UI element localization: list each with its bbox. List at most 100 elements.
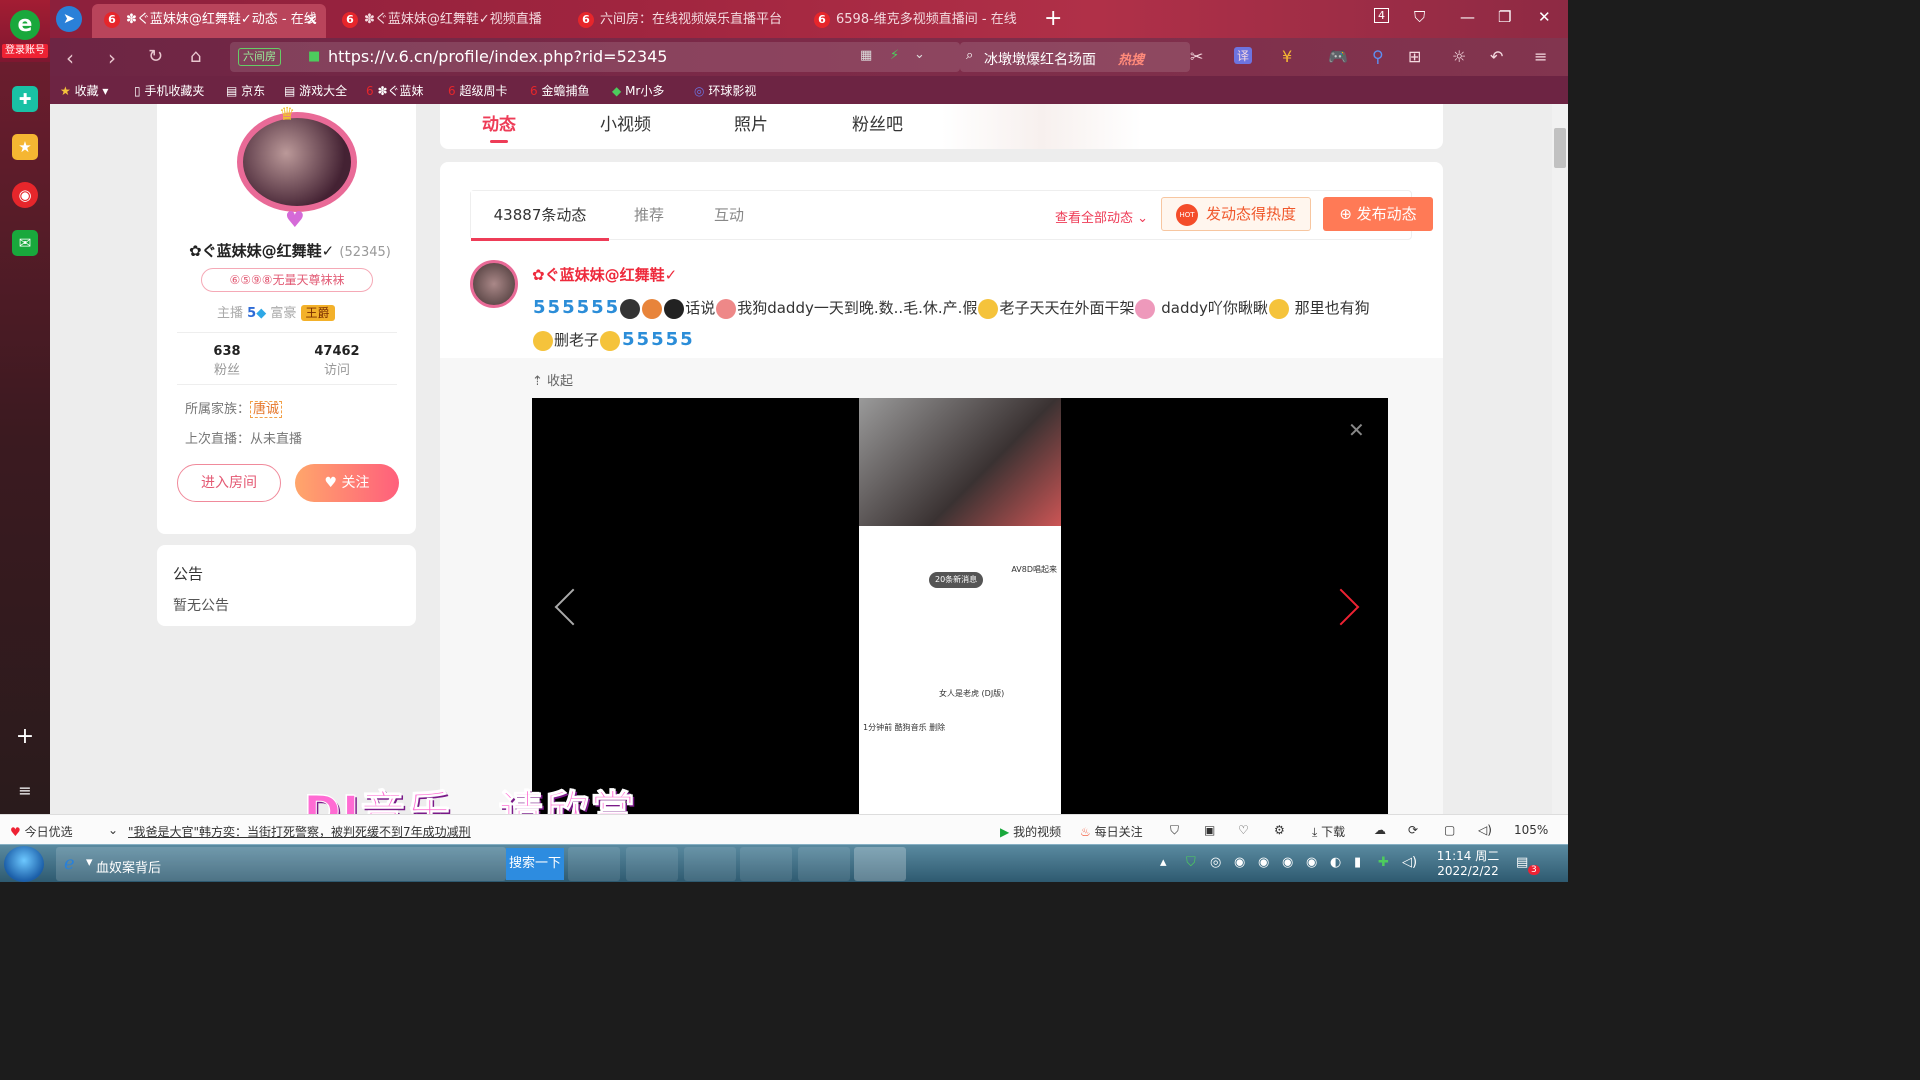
close-tab-icon[interactable]: ✕: [305, 4, 318, 36]
bookmark-movies[interactable]: ◎ 环球影视: [694, 82, 756, 99]
scrollbar-thumb[interactable]: [1554, 128, 1566, 168]
kugou-icon[interactable]: [568, 847, 620, 881]
post-author[interactable]: ✿ぐ蓝妹妹@红舞鞋✓: [532, 264, 677, 285]
speed-icon[interactable]: ⚙: [1274, 823, 1285, 837]
minimize-icon[interactable]: —: [1460, 8, 1475, 26]
mail-icon[interactable]: ✉: [12, 230, 38, 256]
close-icon[interactable]: ✕: [1348, 418, 1365, 442]
list-icon[interactable]: ≡: [12, 778, 38, 804]
chevron-down-icon[interactable]: ⌄: [914, 47, 925, 62]
bookmark-favorites[interactable]: ★ 收藏 ▾: [60, 82, 108, 99]
add-icon[interactable]: +: [12, 724, 38, 750]
download[interactable]: ⤓ 下载: [1312, 823, 1345, 840]
undo-icon[interactable]: ↶: [1490, 47, 1503, 66]
news-ticker[interactable]: "我爸是大官"韩方奕：当街打死警察，被判死缓不到7年成功减刑: [128, 823, 471, 840]
tab-count-badge[interactable]: 4: [1374, 8, 1389, 23]
bookmark-profile[interactable]: 6 ✽ぐ蓝妹: [366, 82, 424, 99]
reload-icon[interactable]: ↻: [148, 46, 163, 67]
close-window-icon[interactable]: ✕: [1538, 8, 1551, 26]
url-text[interactable]: https://v.6.cn/profile/index.php?rid=523…: [328, 47, 667, 66]
lightning-icon[interactable]: ⚡: [890, 48, 899, 63]
folder-icon[interactable]: [798, 847, 850, 881]
start-button[interactable]: [4, 846, 44, 882]
sync-icon[interactable]: ⟳: [1408, 823, 1418, 837]
weibo-icon[interactable]: ◉: [12, 182, 38, 208]
navigate-icon[interactable]: ➤: [56, 6, 82, 32]
daily-follow[interactable]: ♨ 每日关注: [1080, 823, 1143, 840]
window-icon[interactable]: ▢: [1444, 823, 1455, 837]
ie-taskbar-icon[interactable]: [626, 847, 678, 881]
tray-plus-icon[interactable]: ✚: [1378, 855, 1389, 870]
view-all-dropdown[interactable]: 查看全部动态 ⌄: [1055, 207, 1148, 226]
shirt-icon[interactable]: ⛉: [1414, 8, 1425, 26]
tab-all-posts[interactable]: 43887条动态: [471, 191, 609, 241]
scrollbar[interactable]: [1552, 104, 1568, 814]
brightness-icon[interactable]: ☼: [1452, 47, 1466, 66]
collapse-button[interactable]: ⇡ 收起: [532, 370, 573, 389]
qq-icon[interactable]: ◉: [1282, 855, 1293, 870]
enter-room-button[interactable]: 进入房间: [177, 464, 281, 502]
tray-app-icon[interactable]: ◎: [1210, 855, 1221, 870]
heartbeat-icon[interactable]: ♡: [1238, 823, 1249, 837]
chrome-icon[interactable]: [740, 847, 792, 881]
translate-icon[interactable]: 译: [1234, 47, 1253, 64]
bookmark-weekly[interactable]: 6 超级周卡: [448, 82, 507, 99]
qq-icon[interactable]: ◉: [1258, 855, 1269, 870]
search-button[interactable]: 搜索一下: [506, 848, 564, 880]
new-tab-icon[interactable]: +: [1044, 6, 1062, 31]
gamepad-icon[interactable]: 🎮: [1328, 47, 1348, 66]
bookmark-fishing[interactable]: 6 金蟾捕鱼: [530, 82, 589, 99]
tab-room[interactable]: 6 6598-维克多视频直播间 - 在线: [802, 4, 1034, 38]
grid-icon[interactable]: ⊞: [1408, 47, 1421, 66]
chevron-down-icon[interactable]: ⌄: [108, 823, 118, 837]
search-box[interactable]: ⌕ 冰墩墩爆红名场面 热搜: [960, 42, 1190, 72]
bookmark-jd[interactable]: ▤ 京东: [226, 82, 265, 99]
scissors-icon[interactable]: ✂: [1190, 47, 1203, 66]
tray-arrow-icon[interactable]: ▴: [1160, 855, 1167, 870]
taskbar-browser-window[interactable]: ℯ ▾ 血奴案背后: [56, 847, 506, 881]
tray-app-icon[interactable]: ◐: [1330, 855, 1341, 870]
restore-icon[interactable]: ❐: [1498, 8, 1511, 26]
tab-home[interactable]: 6 六间房：在线视频娱乐直播平台: [566, 4, 798, 38]
hot-search-label[interactable]: 热搜: [1118, 49, 1144, 68]
tab-live[interactable]: 6 ✽ぐ蓝妹妹@红舞鞋✓视频直播: [330, 4, 562, 38]
qq-icon[interactable]: ◉: [1306, 855, 1317, 870]
publish-post-button[interactable]: ⊕ 发布动态: [1323, 197, 1433, 231]
tab-profile[interactable]: 6 ✽ぐ蓝妹妹@红舞鞋✓动态 - 在线 ✕: [92, 4, 326, 38]
search-query[interactable]: 冰墩墩爆红名场面: [984, 49, 1096, 69]
security-icon[interactable]: ⛉: [1186, 855, 1196, 870]
bookmark-mobile[interactable]: ▯ 手机收藏夹: [134, 82, 204, 99]
forward-icon[interactable]: ›: [108, 46, 116, 70]
sidebar-app-icon[interactable]: ✚: [12, 86, 38, 112]
home-icon[interactable]: ⌂: [190, 46, 201, 67]
magnifier-icon[interactable]: ⚲: [1372, 47, 1384, 66]
browser-taskbar-icon[interactable]: [684, 847, 736, 881]
back-icon[interactable]: ‹: [66, 46, 74, 70]
post-avatar[interactable]: [470, 260, 518, 308]
qq-icon[interactable]: ◉: [1234, 855, 1245, 870]
coin-icon[interactable]: ¥: [1282, 47, 1292, 66]
network-icon[interactable]: ▮: [1354, 855, 1361, 870]
tab-dynamics[interactable]: 动态: [482, 110, 516, 143]
cloud-icon[interactable]: ☁: [1374, 823, 1386, 837]
sidebar-star-icon[interactable]: ★: [12, 134, 38, 160]
tab-fan-club[interactable]: 粉丝吧: [852, 110, 903, 135]
fans-stat[interactable]: 638 粉丝: [187, 344, 267, 378]
chat-icon[interactable]: [854, 847, 906, 881]
qr-icon[interactable]: ▦: [860, 48, 872, 63]
login-button[interactable]: 登录账号: [2, 44, 48, 58]
today-picks[interactable]: ♥ 今日优选: [10, 823, 73, 840]
zoom-level[interactable]: 105%: [1514, 823, 1548, 837]
image-icon[interactable]: ▣: [1204, 823, 1215, 837]
tab-short-videos[interactable]: 小视频: [600, 110, 651, 135]
hot-post-button[interactable]: HOT 发动态得热度: [1161, 197, 1311, 231]
bookmark-games[interactable]: ▤ 游戏大全: [284, 82, 347, 99]
tab-recommend[interactable]: 推荐: [609, 191, 689, 241]
tab-interact[interactable]: 互动: [689, 191, 769, 241]
post-image[interactable]: AV8D唱起来 20条新消息 女人是老虎 (DJ版) 1分钟前 酷狗音乐 删除: [859, 398, 1061, 814]
url-bar[interactable]: 六间房 ■ https://v.6.cn/profile/index.php?r…: [230, 42, 960, 72]
volume-icon[interactable]: ◁): [1402, 855, 1417, 870]
family-link[interactable]: 唐诚: [250, 401, 283, 418]
shield-icon[interactable]: ⛉: [1170, 823, 1179, 838]
notification-icon[interactable]: ▤: [1516, 855, 1528, 870]
